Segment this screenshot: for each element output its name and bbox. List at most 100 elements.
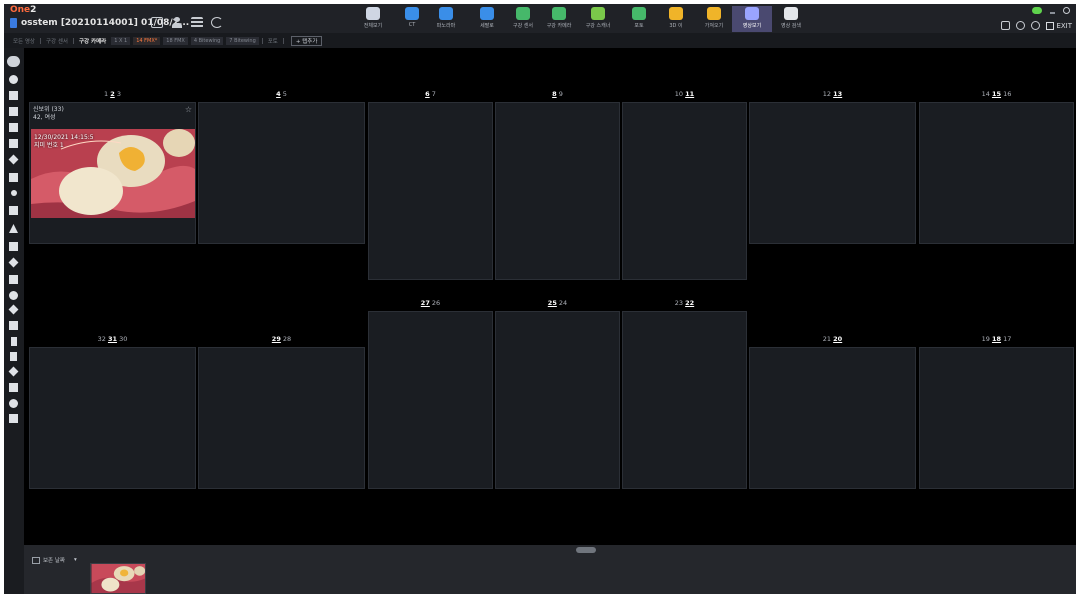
- intraoral-photo[interactable]: 12/30/2021 14:15:5 지미 번호 1: [31, 129, 195, 218]
- image-slot-lower-4[interactable]: [495, 311, 620, 489]
- image-slot-lower-1[interactable]: [29, 347, 196, 489]
- patient-info: 신보위 (33) 42, 여성: [33, 106, 64, 122]
- image-slot-lower-6[interactable]: [749, 347, 916, 489]
- image-slot-upper-3[interactable]: [368, 102, 493, 280]
- panorama-icon: [439, 7, 453, 20]
- module-3d[interactable]: 3D 이: [656, 6, 696, 32]
- person-outline-icon[interactable]: [9, 107, 18, 116]
- subtab-4-bitewing[interactable]: 4 Bitewing: [190, 36, 224, 45]
- module-search[interactable]: 영상 검색: [771, 6, 811, 32]
- pencil-icon[interactable]: [8, 304, 19, 315]
- toggle-icon[interactable]: [7, 56, 20, 67]
- subtab-18-fmx[interactable]: 18 FMX: [163, 36, 188, 45]
- crop-icon[interactable]: [9, 242, 18, 251]
- collapse-handle[interactable]: [576, 547, 596, 553]
- tab-intraoral-sensor[interactable]: 구강 센서: [44, 37, 70, 45]
- tooth-number: 17: [1001, 335, 1012, 343]
- rotate-icon[interactable]: [9, 399, 18, 408]
- gear-icon[interactable]: [1031, 21, 1041, 30]
- module-intraoral-camera[interactable]: 구강 카메라: [539, 6, 579, 32]
- tab-bar: 모든 영상 구강 센서 구강 카메라 1 X 1 14 FMX* 18 FMX …: [4, 33, 1076, 48]
- image-slot-lower-3[interactable]: [368, 311, 493, 489]
- brush-icon[interactable]: [9, 321, 18, 330]
- divider: [261, 37, 263, 44]
- tab-all-images[interactable]: 모든 영상: [11, 37, 37, 45]
- circle-icon[interactable]: [9, 75, 18, 84]
- export-icon[interactable]: [9, 414, 18, 423]
- move-icon[interactable]: [8, 154, 19, 165]
- image-slot-lower-2[interactable]: [198, 347, 365, 489]
- module-label: 가져오기: [704, 23, 724, 29]
- person-icon[interactable]: [9, 91, 18, 100]
- minimize-icon[interactable]: [1050, 11, 1055, 14]
- close-x-icon[interactable]: [8, 366, 19, 377]
- tooth-number-label: 10 11: [622, 90, 747, 98]
- exit-icon: [1046, 21, 1055, 30]
- dot-icon[interactable]: [11, 190, 17, 196]
- patient-name-age: 신보위 (33): [33, 106, 64, 113]
- image-slot-upper-4[interactable]: [495, 102, 620, 280]
- exit-button[interactable]: EXIT: [1046, 21, 1072, 30]
- tab-intraoral-camera[interactable]: 구강 카메라: [77, 37, 108, 45]
- subtab-7-bitewing[interactable]: 7 Bitewing: [226, 36, 259, 45]
- stack-icon[interactable]: [9, 383, 18, 392]
- user-icon[interactable]: [171, 17, 183, 28]
- tooth-number-label: 14 15 16: [919, 90, 1074, 98]
- add-tab-button[interactable]: + 탭추가: [290, 35, 323, 46]
- card-icon[interactable]: [151, 17, 163, 28]
- image-slot-lower-7[interactable]: [919, 347, 1074, 489]
- ellipse-icon[interactable]: [9, 291, 18, 300]
- image-slot-upper-6[interactable]: [749, 102, 916, 244]
- square-icon[interactable]: [9, 206, 18, 215]
- module-label: 영상 검색: [781, 23, 801, 29]
- image-slot-upper-5[interactable]: [622, 102, 747, 280]
- favorite-icon[interactable]: ☆: [185, 105, 192, 114]
- implant-icon[interactable]: [11, 337, 17, 346]
- module-cephalo[interactable]: 세팔로: [467, 6, 507, 32]
- header-tools: [151, 17, 223, 28]
- magnifier-icon[interactable]: [9, 173, 18, 182]
- module-import-folder[interactable]: 가져오기: [694, 6, 734, 32]
- module-label: 구강 스캐너: [585, 23, 611, 29]
- thumbnail-photo: [91, 564, 145, 593]
- list-icon[interactable]: [191, 17, 203, 28]
- module-label: 포토: [634, 23, 644, 29]
- module-home[interactable]: 전체보기: [353, 6, 393, 32]
- module-photo[interactable]: 포토: [619, 6, 659, 32]
- restore-icon[interactable]: [1063, 7, 1070, 14]
- tooth-number-primary: 11: [685, 90, 695, 98]
- headset-icon[interactable]: [1016, 21, 1026, 30]
- tab-photo[interactable]: 포토: [266, 37, 280, 45]
- image-slot-lower-5[interactable]: [622, 311, 747, 489]
- thumbnail-strip: 보존 날짜 ▾: [24, 545, 1076, 594]
- module-panorama[interactable]: 파노라마: [426, 6, 466, 32]
- image-slot-upper-2[interactable]: [198, 102, 365, 244]
- subtab-14-fmx[interactable]: 14 FMX*: [133, 36, 161, 45]
- tooth-number-label: 8 9: [495, 90, 620, 98]
- tooth-icon[interactable]: [10, 352, 17, 361]
- image-thumbnail[interactable]: [90, 563, 146, 594]
- module-intraoral-sensor[interactable]: 구강 센서: [503, 6, 543, 32]
- tooth-number-label: 4 5: [198, 90, 365, 98]
- triangle-icon[interactable]: [9, 224, 18, 233]
- sort-label: 보존 날짜: [43, 558, 65, 564]
- module-image-view[interactable]: 영상보기: [732, 6, 772, 32]
- tooth-number: 16: [1001, 90, 1012, 98]
- tooth-chart: 1 2 3 신보위 (33) 42, 여성 ☆ 12/30/2021 14:15:5 지미…: [24, 48, 1076, 545]
- print-icon[interactable]: [1001, 21, 1011, 30]
- status-indicator: [1032, 7, 1042, 14]
- image-slot-upper-1[interactable]: 신보위 (33) 42, 여성 ☆ 12/30/2021 14:15:5 지미 번호 1: [29, 102, 196, 244]
- eraser-icon[interactable]: [9, 275, 18, 284]
- layout-icon[interactable]: [9, 139, 18, 148]
- image-slot-upper-7[interactable]: [919, 102, 1074, 244]
- module-intraoral-scanner[interactable]: 구강 스캐너: [578, 6, 618, 32]
- sort-dropdown[interactable]: 보존 날짜 ▾: [32, 556, 77, 564]
- refresh-icon[interactable]: [211, 17, 223, 28]
- subtab-1x1[interactable]: 1 X 1: [111, 36, 131, 45]
- pen-icon[interactable]: [8, 257, 19, 268]
- photo-icon: [632, 7, 646, 20]
- compare-icon[interactable]: [9, 123, 18, 132]
- ct-icon: [405, 7, 419, 20]
- tooth-number: 12: [822, 90, 834, 98]
- module-label: 전체보기: [363, 23, 383, 29]
